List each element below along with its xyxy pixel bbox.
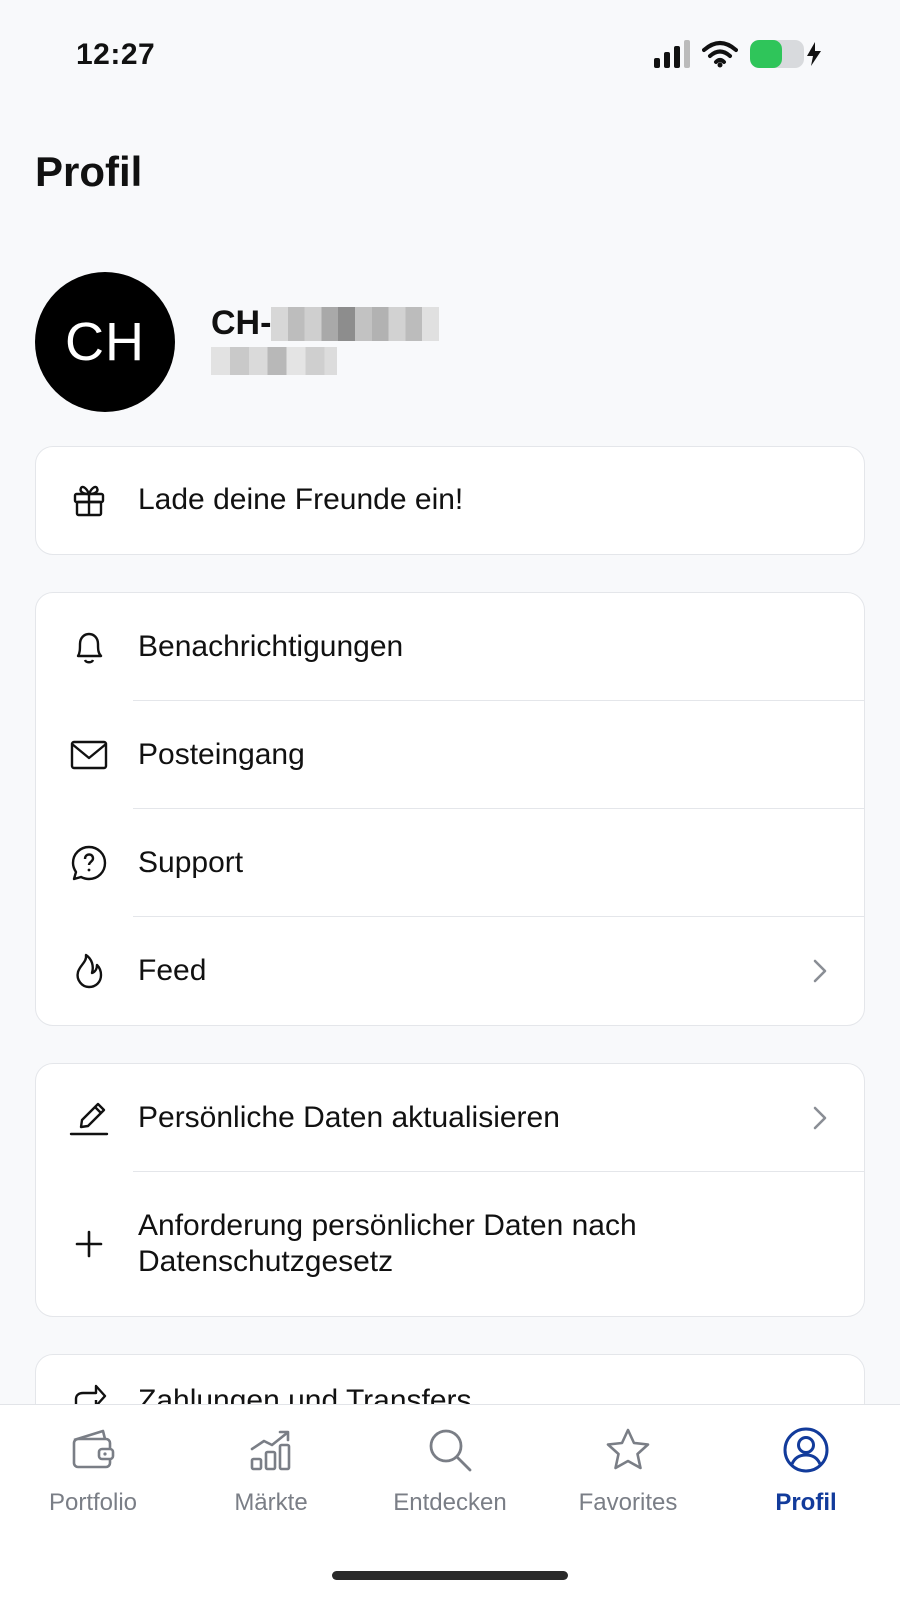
tab-label: Entdecken bbox=[393, 1489, 507, 1516]
bell-icon bbox=[68, 626, 110, 668]
wifi-icon bbox=[702, 41, 738, 68]
menu-item-data-request[interactable]: Anforderung persönlicher Daten nach Date… bbox=[36, 1172, 864, 1316]
tab-label: Portfolio bbox=[48, 1489, 138, 1516]
flame-icon bbox=[68, 950, 110, 992]
menu-item-label: Feed bbox=[138, 954, 207, 987]
profile-name: CH- bbox=[211, 304, 272, 342]
avatar[interactable]: CH bbox=[35, 272, 175, 412]
chart-icon bbox=[246, 1425, 296, 1475]
menu-item-label: Posteingang bbox=[138, 738, 305, 771]
menu-item-notifications[interactable]: Benachrichtigungen bbox=[36, 593, 864, 701]
menu-item-inbox[interactable]: Posteingang bbox=[36, 701, 864, 809]
tab-label: Profil bbox=[775, 1489, 837, 1516]
tab-markets[interactable]: Märkte bbox=[181, 1425, 361, 1517]
redacted-name bbox=[271, 306, 440, 341]
tab-profile[interactable]: Profil bbox=[716, 1425, 896, 1517]
home-indicator bbox=[332, 1571, 568, 1580]
search-icon bbox=[425, 1425, 475, 1475]
tab-label: Favorites bbox=[578, 1489, 678, 1516]
profile-text: CH- bbox=[211, 304, 440, 380]
page-title: Profil bbox=[35, 148, 143, 195]
chevron-right-icon bbox=[808, 1103, 832, 1133]
battery-fill bbox=[750, 40, 783, 68]
profile-header[interactable]: CH CH- bbox=[35, 272, 440, 412]
plus-icon bbox=[68, 1223, 110, 1265]
menu-item-label: Persönliche Daten aktualisieren bbox=[138, 1101, 560, 1134]
pencil-icon bbox=[68, 1097, 110, 1139]
tab-label: Märkte bbox=[234, 1489, 308, 1516]
status-time: 12:27 bbox=[76, 38, 156, 71]
menu-item-label: Support bbox=[138, 846, 244, 879]
tab-discover[interactable]: Entdecken bbox=[360, 1425, 540, 1517]
gift-icon bbox=[68, 479, 110, 521]
invite-friends-item[interactable]: Lade deine Freunde ein! bbox=[36, 447, 864, 553]
menu-item-support[interactable]: Support bbox=[36, 809, 864, 917]
battery-icon bbox=[750, 40, 804, 68]
status-icons bbox=[654, 40, 822, 68]
menu-item-label: Anforderung persönlicher Daten nach Date… bbox=[138, 1209, 637, 1278]
menu-item-feed[interactable]: Feed bbox=[36, 917, 864, 1025]
help-bubble-icon bbox=[68, 842, 110, 884]
redacted-subtitle bbox=[211, 346, 337, 375]
user-circle-icon bbox=[781, 1425, 831, 1475]
invite-friends-label: Lade deine Freunde ein! bbox=[138, 483, 464, 516]
menu-card-2: Persönliche Daten aktualisieren Anforder… bbox=[35, 1063, 865, 1317]
menu-item-update-personal-data[interactable]: Persönliche Daten aktualisieren bbox=[36, 1064, 864, 1172]
menu-item-label: Benachrichtigungen bbox=[138, 630, 404, 663]
wallet-icon bbox=[68, 1425, 118, 1475]
profile-subtitle-row bbox=[211, 346, 439, 380]
tab-portfolio[interactable]: Portfolio bbox=[3, 1425, 183, 1517]
charging-bolt-icon bbox=[807, 42, 821, 66]
mail-icon bbox=[68, 734, 110, 776]
status-bar: 12:27 bbox=[0, 0, 900, 110]
cellular-signal-icon bbox=[654, 40, 690, 68]
profile-name-row: CH- bbox=[211, 304, 440, 343]
star-icon bbox=[603, 1425, 653, 1475]
tab-favorites[interactable]: Favorites bbox=[538, 1425, 718, 1517]
invite-card[interactable]: Lade deine Freunde ein! bbox=[35, 446, 865, 555]
menu-card-1: Benachrichtigungen Posteingang Support F… bbox=[35, 592, 865, 1026]
chevron-right-icon bbox=[808, 956, 832, 986]
